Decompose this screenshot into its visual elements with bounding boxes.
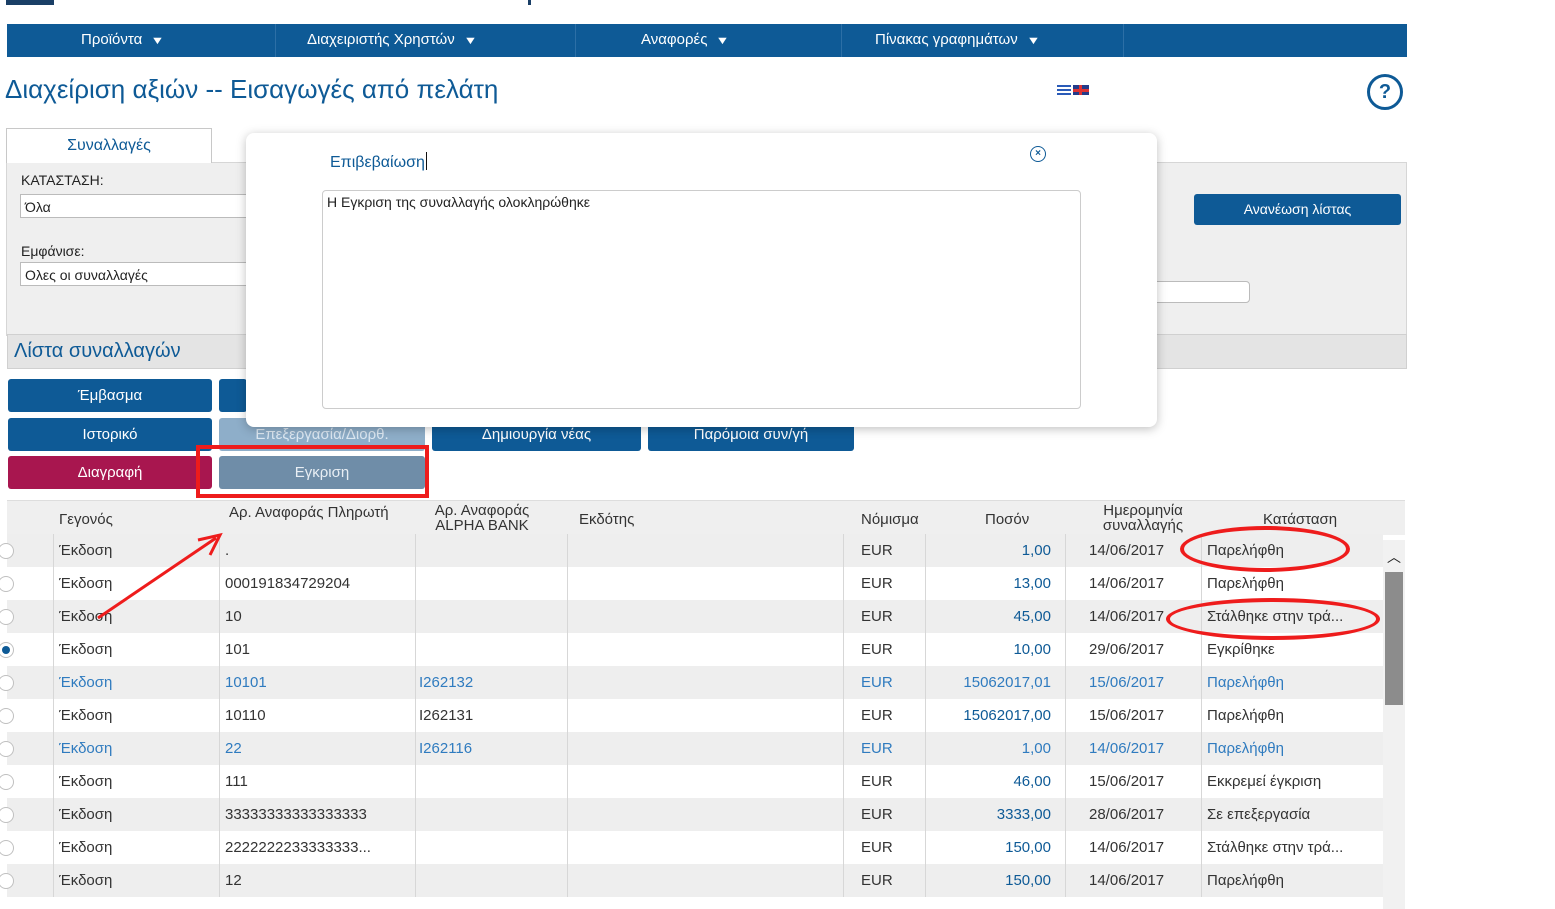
annotation-arrow [97, 532, 223, 620]
tab-transactions[interactable]: Συναλλαγές [6, 128, 212, 163]
